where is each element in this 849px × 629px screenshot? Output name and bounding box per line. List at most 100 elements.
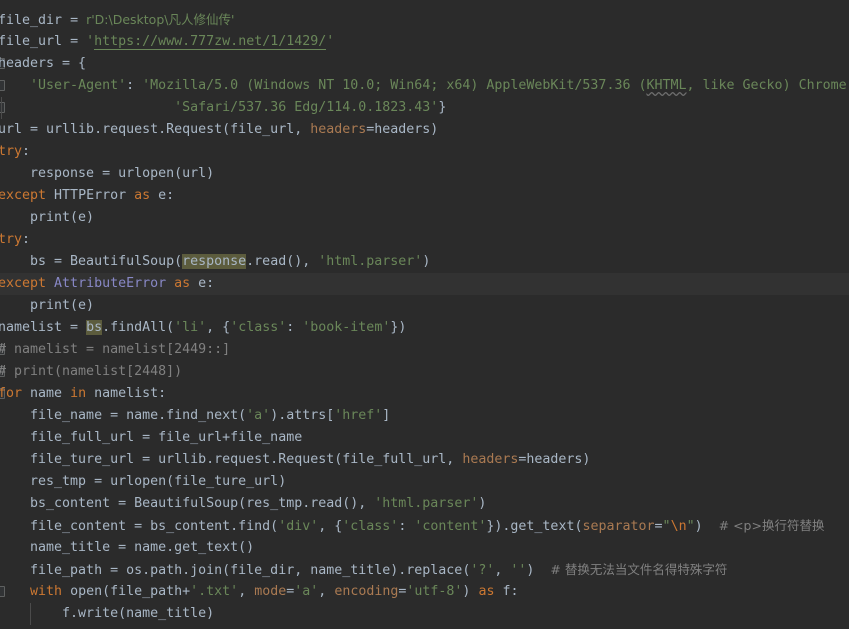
code-text: except HTTPError as e:: [0, 185, 174, 207]
code-line[interactable]: file_content = bs_content.find('div', {'…: [0, 515, 849, 537]
code-line[interactable]: with open(file_path+'.txt', mode='a', en…: [0, 581, 849, 603]
code-token: headers = {: [0, 56, 87, 71]
code-token: \n: [670, 519, 687, 534]
code-token: file_name = name.find_next(: [0, 408, 247, 423]
code-token: 'a': [246, 408, 271, 423]
code-token: r'D:\Desktop\凡人修仙传': [86, 12, 235, 27]
code-token: file_dir: [0, 13, 71, 28]
code-text: file_full_url = file_url+file_name: [0, 427, 302, 449]
code-token: , {: [318, 519, 343, 534]
code-text: file_dir = r'D:\Desktop\凡人修仙传': [0, 9, 234, 32]
code-token: :: [126, 78, 143, 93]
code-line[interactable]: namelist = bs.findAll('li', {'class': 'b…: [0, 317, 849, 339]
code-line[interactable]: except HTTPError as e:: [0, 185, 849, 207]
code-editor[interactable]: file_dir = r'D:\Desktop\凡人修仙传' file_url =…: [0, 0, 849, 629]
code-line[interactable]: bs_content = BeautifulSoup(res_tmp.read(…: [0, 493, 849, 515]
code-token: e:: [158, 188, 175, 203]
code-token: url = urllib.request.Request(file_url,: [0, 122, 311, 137]
code-token: response: [182, 254, 247, 269]
code-text: bs = BeautifulSoup(response.read(), 'htm…: [0, 251, 430, 273]
code-line[interactable]: name_title = name.get_text(): [0, 537, 849, 559]
code-token: 'html.parser': [318, 254, 423, 269]
code-token: 'li': [174, 320, 207, 335]
code-token: file_full_url = file_url+file_name: [0, 430, 303, 445]
code-token: ,: [494, 563, 511, 578]
code-token: try: [0, 144, 23, 159]
code-text: print(e): [0, 295, 94, 317]
code-text: file_name = name.find_next('a').attrs['h…: [0, 405, 390, 427]
code-token: :: [286, 320, 303, 335]
code-token: 'href': [334, 408, 383, 423]
code-token: HTTPError: [54, 188, 135, 203]
code-token: headers: [462, 452, 519, 467]
code-line[interactable]: url = urllib.request.Request(file_url, h…: [0, 119, 849, 141]
code-line[interactable]: bs = BeautifulSoup(response.read(), 'htm…: [0, 251, 849, 273]
code-token: as: [478, 584, 503, 599]
code-token: 'utf-8': [406, 584, 463, 599]
code-line[interactable]: # namelist = namelist[2449::]: [0, 339, 849, 361]
code-token: in: [70, 386, 95, 401]
code-token: , like Gecko) Chrome: [686, 78, 847, 93]
code-token: =headers): [366, 122, 439, 137]
code-line[interactable]: res_tmp = urlopen(file_ture_url): [0, 471, 849, 493]
code-text: bs_content = BeautifulSoup(res_tmp.read(…: [0, 493, 486, 515]
code-text: print(e): [0, 207, 94, 229]
code-line[interactable]: try:: [0, 141, 849, 163]
code-token: encoding: [334, 584, 399, 599]
code-token: =headers): [518, 452, 591, 467]
code-token: as: [134, 188, 159, 203]
code-token: print(e): [0, 210, 95, 225]
code-token: # print(namelist[2448]): [0, 364, 183, 379]
code-line[interactable]: file_name = name.find_next('a').attrs['h…: [0, 405, 849, 427]
code-text: file_path = os.path.join(file_dir, name_…: [0, 559, 727, 582]
code-text: file_ture_url = urllib.request.Request(f…: [0, 449, 590, 471]
code-line[interactable]: response = urlopen(url): [0, 163, 849, 185]
code-line[interactable]: except AttributeError as e:: [0, 273, 849, 295]
code-token: =: [654, 519, 663, 534]
code-token: 'content': [414, 519, 487, 534]
code-line[interactable]: 'User-Agent': 'Mozilla/5.0 (Windows NT 1…: [0, 75, 849, 97]
code-line[interactable]: file_url = 'https://www.777zw.net/1/1429…: [0, 31, 849, 53]
code-token: open(file_path+: [70, 584, 191, 599]
code-line[interactable]: headers = {: [0, 53, 849, 75]
code-token: ': [326, 34, 335, 49]
code-line[interactable]: f.write(name_title): [0, 603, 849, 625]
code-line[interactable]: try:: [0, 229, 849, 251]
code-line[interactable]: file_dir = r'D:\Desktop\凡人修仙传': [0, 9, 849, 31]
code-token: file_ture_url = urllib.request.Request(f…: [0, 452, 463, 467]
code-token: 'a': [294, 584, 319, 599]
code-line[interactable]: print(e): [0, 295, 849, 317]
code-token: headers: [310, 122, 367, 137]
code-text: try:: [0, 229, 30, 251]
code-line[interactable]: for name in namelist:: [0, 383, 849, 405]
code-line[interactable]: # print(namelist[2448]): [0, 361, 849, 383]
code-token: # <p>换行符替换: [718, 518, 825, 533]
code-token: for: [0, 386, 31, 401]
code-token: as: [174, 276, 199, 291]
code-token: }: [438, 100, 447, 115]
code-text: file_content = bs_content.find('div', {'…: [0, 515, 824, 538]
code-line[interactable]: 'Safari/537.36 Edg/114.0.1823.43'}: [0, 97, 849, 119]
code-text: name_title = name.get_text(): [0, 537, 254, 559]
code-token: file_url: [0, 34, 71, 49]
code-token: KHTML: [646, 78, 687, 93]
code-token: namelist =: [0, 320, 87, 335]
code-token: .read(),: [246, 254, 319, 269]
code-line[interactable]: file_full_url = file_url+file_name: [0, 427, 849, 449]
code-token: ): [422, 254, 431, 269]
code-line[interactable]: file_ture_url = urllib.request.Request(f…: [0, 449, 849, 471]
code-text: res_tmp = urlopen(file_ture_url): [0, 471, 286, 493]
code-line[interactable]: file_path = os.path.join(file_dir, name_…: [0, 559, 849, 581]
code-text: try:: [0, 141, 30, 163]
code-line[interactable]: print(e): [0, 207, 849, 229]
code-token: ,: [238, 584, 255, 599]
code-token: ): [462, 584, 479, 599]
code-text: response = urlopen(url): [0, 163, 214, 185]
code-token: 'User-Agent': [30, 78, 127, 93]
code-text: f.write(name_title): [0, 603, 214, 625]
code-token: with: [30, 584, 71, 599]
code-token: ).attrs[: [270, 408, 335, 423]
code-token: # namelist = namelist[2449::]: [0, 342, 231, 357]
code-token: ,: [318, 584, 335, 599]
